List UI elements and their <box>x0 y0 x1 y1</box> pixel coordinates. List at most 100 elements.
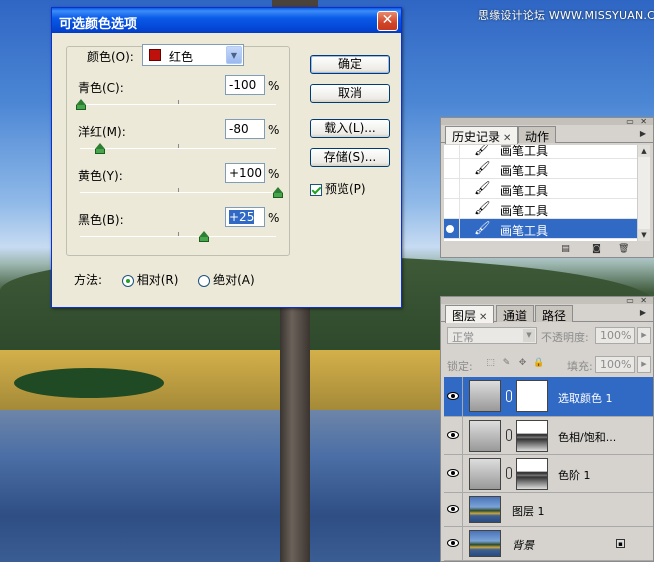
relative-radio[interactable] <box>121 274 134 287</box>
eye-icon[interactable] <box>447 505 459 513</box>
lock-transparency-icon[interactable]: ⬚ <box>485 358 496 369</box>
bush <box>14 368 164 398</box>
list-item[interactable]: 🖌 画笔工具 <box>444 145 638 164</box>
checkmark-icon[interactable] <box>310 183 322 196</box>
opacity-input[interactable]: 100% <box>595 327 635 344</box>
close-icon[interactable]: ✕ <box>479 312 487 323</box>
absolute-radio[interactable] <box>198 274 211 287</box>
lock-pixels-icon[interactable]: ✎ <box>501 358 512 369</box>
magenta-slider-thumb[interactable] <box>95 143 105 154</box>
list-item[interactable]: 🖌 画笔工具 <box>444 179 638 199</box>
link-icon[interactable] <box>506 429 512 441</box>
list-item[interactable]: 🖌 画笔工具 <box>444 159 638 179</box>
lock-position-icon[interactable]: ✥ <box>517 358 528 369</box>
cyan-slider-thumb[interactable] <box>76 99 86 110</box>
layer-row[interactable]: 色相/饱和... <box>444 417 653 455</box>
tab-paths[interactable]: 路径 <box>535 305 574 323</box>
tab-channels[interactable]: 通道 <box>496 305 535 323</box>
tab-layers[interactable]: 图层 ✕ <box>445 305 495 323</box>
layer-name[interactable]: 图层 1 <box>512 503 545 519</box>
list-item[interactable]: 🖌 画笔工具 <box>444 199 638 219</box>
blend-mode-value: 正常 <box>452 331 474 344</box>
layer-name[interactable]: 选取颜色 1 <box>558 390 613 406</box>
color-swatch <box>149 49 161 61</box>
fill-arrow-icon[interactable]: ▶ <box>637 356 651 373</box>
adjustment-thumbnail <box>469 380 501 412</box>
black-input[interactable]: +25 <box>225 207 265 227</box>
cyan-input[interactable]: -100 <box>225 75 265 95</box>
history-scrollbar[interactable]: ▲ ▼ <box>637 145 650 241</box>
opacity-arrow-icon[interactable]: ▶ <box>637 327 651 344</box>
preview-checkbox[interactable]: 预览(P) <box>310 180 366 197</box>
tab-actions[interactable]: 动作 <box>518 126 557 144</box>
layer-row[interactable]: 选取颜色 1 <box>444 377 653 417</box>
layer-name[interactable]: 色阶 1 <box>558 467 591 483</box>
snapshot-box[interactable] <box>444 159 460 178</box>
snapshot-box[interactable] <box>444 199 460 218</box>
yellow-input[interactable]: +100 <box>225 163 265 183</box>
blend-mode-select[interactable]: 正常 ▼ <box>447 327 537 344</box>
lock-icon: ▪ <box>616 539 625 548</box>
visibility-toggle[interactable] <box>444 455 463 492</box>
panel-grip[interactable]: ▭ ✕ <box>441 117 653 126</box>
scroll-up-icon[interactable]: ▲ <box>638 145 650 157</box>
lock-row: 锁定: ⬚ ✎ ✥ 🔒 填充: 100% ▶ <box>447 356 653 374</box>
dialog-titlebar[interactable]: 可选颜色选项 ✕ <box>52 8 401 33</box>
visibility-toggle[interactable] <box>444 377 463 416</box>
eye-icon[interactable] <box>447 392 459 400</box>
layer-mask-thumbnail[interactable] <box>516 380 548 412</box>
fill-input[interactable]: 100% <box>595 356 635 373</box>
trash-icon[interactable]: 🗑 <box>618 244 629 254</box>
eye-icon[interactable] <box>447 539 459 547</box>
opacity-label: 不透明度: <box>541 331 589 344</box>
tab-history[interactable]: 历史记录 ✕ <box>445 126 519 144</box>
close-button[interactable]: ✕ <box>377 11 398 31</box>
slider-tick <box>178 144 179 148</box>
save-button[interactable]: 存储(S)... <box>310 148 390 167</box>
yellow-slider-thumb[interactable] <box>273 187 283 198</box>
layer-row[interactable]: 图层 1 <box>444 493 653 527</box>
black-slider-thumb[interactable] <box>199 231 209 242</box>
layer-name[interactable]: 色相/饱和... <box>558 429 616 445</box>
slider-tick <box>178 188 179 192</box>
chevron-down-icon[interactable]: ▼ <box>226 46 242 64</box>
layer-name[interactable]: 背景 <box>512 537 534 553</box>
snapshot-box[interactable] <box>444 179 460 198</box>
load-button[interactable]: 载入(L)... <box>310 119 390 138</box>
yellow-slider-track[interactable] <box>80 188 276 193</box>
layer-row[interactable]: 背景 ▪ <box>444 527 653 561</box>
list-item[interactable]: 🖌 画笔工具 <box>444 219 638 239</box>
magenta-input[interactable]: -80 <box>225 119 265 139</box>
ok-button[interactable]: 确定 <box>310 55 390 74</box>
visibility-toggle[interactable] <box>444 417 463 454</box>
magenta-slider-track[interactable] <box>80 144 276 149</box>
color-dropdown[interactable]: 红色 ▼ <box>142 44 244 66</box>
cyan-unit: % <box>268 79 280 93</box>
layers-panel: ▭ ✕ 图层 ✕ 通道 路径 ▶ 正常 ▼ 不透明度: 100% ▶ 锁定: ⬚ ✎… <box>440 296 654 562</box>
panel-menu-icon[interactable]: ▶ <box>637 307 649 319</box>
history-state-marker-icon[interactable] <box>444 219 460 238</box>
close-icon[interactable]: ✕ <box>503 133 511 144</box>
black-slider-track[interactable] <box>80 232 276 237</box>
color-label: 颜色(O): <box>87 50 134 64</box>
eye-icon[interactable] <box>447 431 459 439</box>
panel-menu-icon[interactable]: ▶ <box>637 128 649 140</box>
new-document-icon[interactable]: ▤ <box>560 244 571 254</box>
cancel-button[interactable]: 取消 <box>310 84 390 103</box>
panel-grip[interactable]: ▭ ✕ <box>441 296 653 305</box>
visibility-toggle[interactable] <box>444 493 463 526</box>
camera-icon[interactable]: ◙ <box>591 244 602 254</box>
link-icon[interactable] <box>506 467 512 479</box>
chevron-down-icon[interactable]: ▼ <box>523 329 535 342</box>
scroll-down-icon[interactable]: ▼ <box>638 229 650 241</box>
layer-mask-thumbnail[interactable] <box>516 420 548 452</box>
eye-icon[interactable] <box>447 469 459 477</box>
brush-icon: 🖌 <box>474 181 491 196</box>
layer-row[interactable]: 色阶 1 <box>444 455 653 493</box>
link-icon[interactable] <box>506 390 512 402</box>
lock-all-icon[interactable]: 🔒 <box>533 358 544 369</box>
visibility-toggle[interactable] <box>444 527 463 560</box>
dialog-title: 可选颜色选项 <box>59 17 138 32</box>
cyan-slider-track[interactable] <box>80 100 276 105</box>
layer-mask-thumbnail[interactable] <box>516 458 548 490</box>
